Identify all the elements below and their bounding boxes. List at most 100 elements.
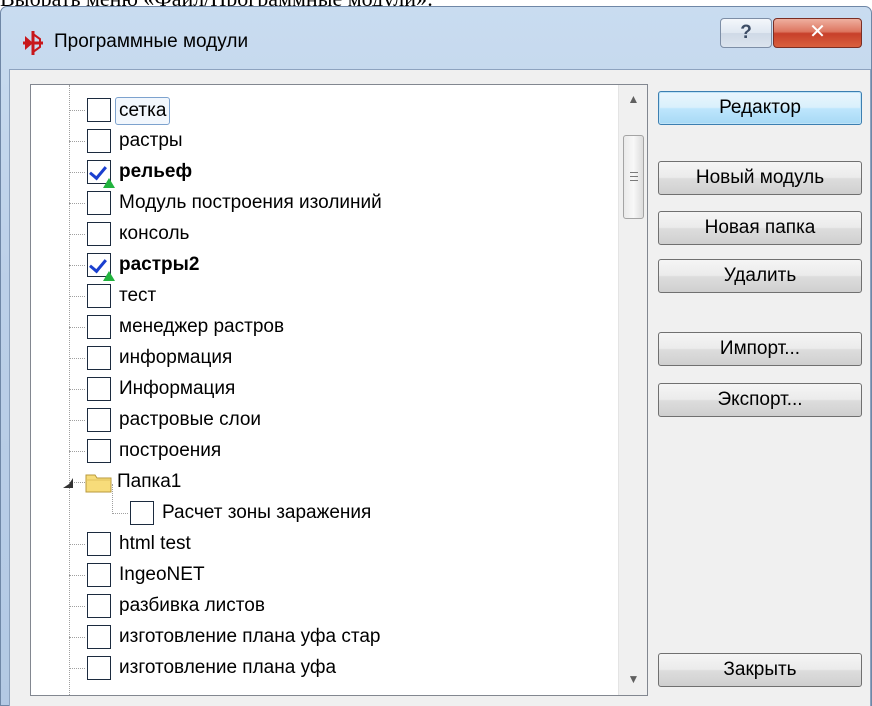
tree-item[interactable]: консоль xyxy=(31,219,618,250)
checkbox[interactable] xyxy=(87,98,111,122)
tree-item[interactable]: построения xyxy=(31,436,618,467)
checkbox[interactable] xyxy=(130,501,154,525)
tree-item-label[interactable]: информация xyxy=(119,345,232,371)
modules-tree[interactable]: сетка растры рельеф Модуль построения изоли… xyxy=(30,84,648,696)
tree-item-label[interactable]: Модуль построения изолиний xyxy=(119,190,382,216)
grip-line xyxy=(630,180,638,181)
scroll-up-icon[interactable]: ▲ xyxy=(619,85,647,114)
checkbox[interactable] xyxy=(87,222,111,246)
checkbox[interactable] xyxy=(87,563,111,587)
checkbox[interactable] xyxy=(87,625,111,649)
tree-item-label[interactable]: Информация xyxy=(119,376,235,402)
dialog-window: Программные модули ? ✕ сетка растры рельеф… xyxy=(0,6,872,706)
folder-icon xyxy=(85,474,112,493)
tree-item[interactable]: Информация xyxy=(31,374,618,405)
editor-button[interactable]: Редактор xyxy=(658,91,862,125)
tree-item-label[interactable]: тест xyxy=(119,283,156,309)
checkbox[interactable] xyxy=(87,377,111,401)
import-button[interactable]: Импорт... xyxy=(658,332,862,366)
expand-triangle-icon[interactable] xyxy=(63,478,73,488)
scroll-down-icon[interactable]: ▼ xyxy=(619,665,647,694)
tree-item[interactable]: сетка xyxy=(31,95,618,126)
green-marker-icon xyxy=(103,178,115,188)
tree-item[interactable]: изготовление плана уфа xyxy=(31,653,618,684)
new-module-button[interactable]: Новый модуль xyxy=(658,161,862,195)
checkbox[interactable] xyxy=(87,191,111,215)
tree-connector xyxy=(69,234,85,235)
tree-connector xyxy=(69,389,85,390)
close-button[interactable]: Закрыть xyxy=(658,653,862,687)
checkbox[interactable] xyxy=(87,284,111,308)
tree-item-label[interactable]: изготовление плана уфа стар xyxy=(119,624,380,650)
tree-item-label[interactable]: Расчет зоны заражения xyxy=(162,500,371,526)
tree-item-label[interactable]: html test xyxy=(119,531,191,557)
tree-item-label[interactable]: консоль xyxy=(119,221,189,247)
checkbox[interactable] xyxy=(87,594,111,618)
tree-folder[interactable]: Папка1 xyxy=(31,467,618,498)
checkbox[interactable] xyxy=(87,315,111,339)
tree-connector xyxy=(69,420,85,421)
tree-connector xyxy=(112,513,128,514)
tree-item-label[interactable]: растровые слои xyxy=(119,407,261,433)
help-button[interactable]: ? xyxy=(720,18,772,48)
checkbox[interactable] xyxy=(87,129,111,153)
tree-connector xyxy=(69,141,85,142)
tree-item-label[interactable]: растры xyxy=(119,128,183,154)
tree-item[interactable]: растры xyxy=(31,126,618,157)
scroll-thumb[interactable] xyxy=(623,135,644,219)
window-title: Программные модули xyxy=(54,31,249,52)
tree-connector xyxy=(69,172,85,173)
checkbox[interactable] xyxy=(87,439,111,463)
app-icon xyxy=(23,31,43,55)
checkbox-checked[interactable] xyxy=(87,160,115,188)
delete-button[interactable]: Удалить xyxy=(658,259,862,293)
tree-item[interactable]: Расчет зоны заражения xyxy=(31,484,618,529)
tree-item-label[interactable]: сетка xyxy=(115,97,171,125)
tree-item[interactable]: растры2 xyxy=(31,250,618,281)
tree-item-label[interactable]: рельеф xyxy=(119,159,192,185)
checkbox[interactable] xyxy=(87,532,111,556)
window-close-button[interactable]: ✕ xyxy=(773,18,862,48)
tree-connector xyxy=(69,637,85,638)
title-bar: Программные модули ? ✕ xyxy=(1,7,871,65)
tree-item-label[interactable]: разбивка листов xyxy=(119,593,265,619)
grip-line xyxy=(630,172,638,173)
tree-vertical-scrollbar[interactable]: ▲ ▼ xyxy=(618,85,647,695)
tree-connector xyxy=(69,544,85,545)
tree-connector xyxy=(69,203,85,204)
tree-item[interactable]: тест xyxy=(31,281,618,312)
checkbox[interactable] xyxy=(87,408,111,432)
tree-item-label[interactable]: изготовление плана уфа xyxy=(119,655,336,681)
grip-line xyxy=(630,176,638,177)
tree-connector xyxy=(69,327,85,328)
tree-item[interactable]: рельеф xyxy=(31,157,618,188)
tree-child-guide xyxy=(112,484,113,514)
tree-item-label[interactable]: построения xyxy=(119,438,221,464)
tree-item[interactable]: изготовление плана уфа стар xyxy=(31,622,618,653)
export-button[interactable]: Экспорт... xyxy=(658,383,862,417)
tree-connector xyxy=(69,110,85,111)
tree-connector xyxy=(69,358,85,359)
tree-item[interactable]: растровые слои xyxy=(31,405,618,436)
tree-connector xyxy=(69,606,85,607)
tree-item[interactable]: Модуль построения изолиний xyxy=(31,188,618,219)
tree-item-label[interactable]: IngeoNET xyxy=(119,562,205,588)
tree-connector xyxy=(69,296,85,297)
dialog-client-area: сетка растры рельеф Модуль построения изоли… xyxy=(9,69,871,706)
tree-item-label[interactable]: Папка1 xyxy=(117,469,181,495)
checkbox-checked[interactable] xyxy=(87,253,115,281)
new-folder-button[interactable]: Новая папка xyxy=(658,211,862,245)
tree-item[interactable]: IngeoNET xyxy=(31,560,618,591)
tree-item[interactable]: html test xyxy=(31,529,618,560)
tree-connector xyxy=(69,668,85,669)
checkbox[interactable] xyxy=(87,656,111,680)
green-marker-icon xyxy=(103,271,115,281)
tree-item-label[interactable]: растры2 xyxy=(119,252,199,278)
tree-connector xyxy=(69,265,85,266)
tree-item[interactable]: менеджер растров xyxy=(31,312,618,343)
tree-connector xyxy=(69,451,85,452)
tree-item[interactable]: разбивка листов xyxy=(31,591,618,622)
tree-item[interactable]: информация xyxy=(31,343,618,374)
checkbox[interactable] xyxy=(87,346,111,370)
tree-item-label[interactable]: менеджер растров xyxy=(119,314,284,340)
